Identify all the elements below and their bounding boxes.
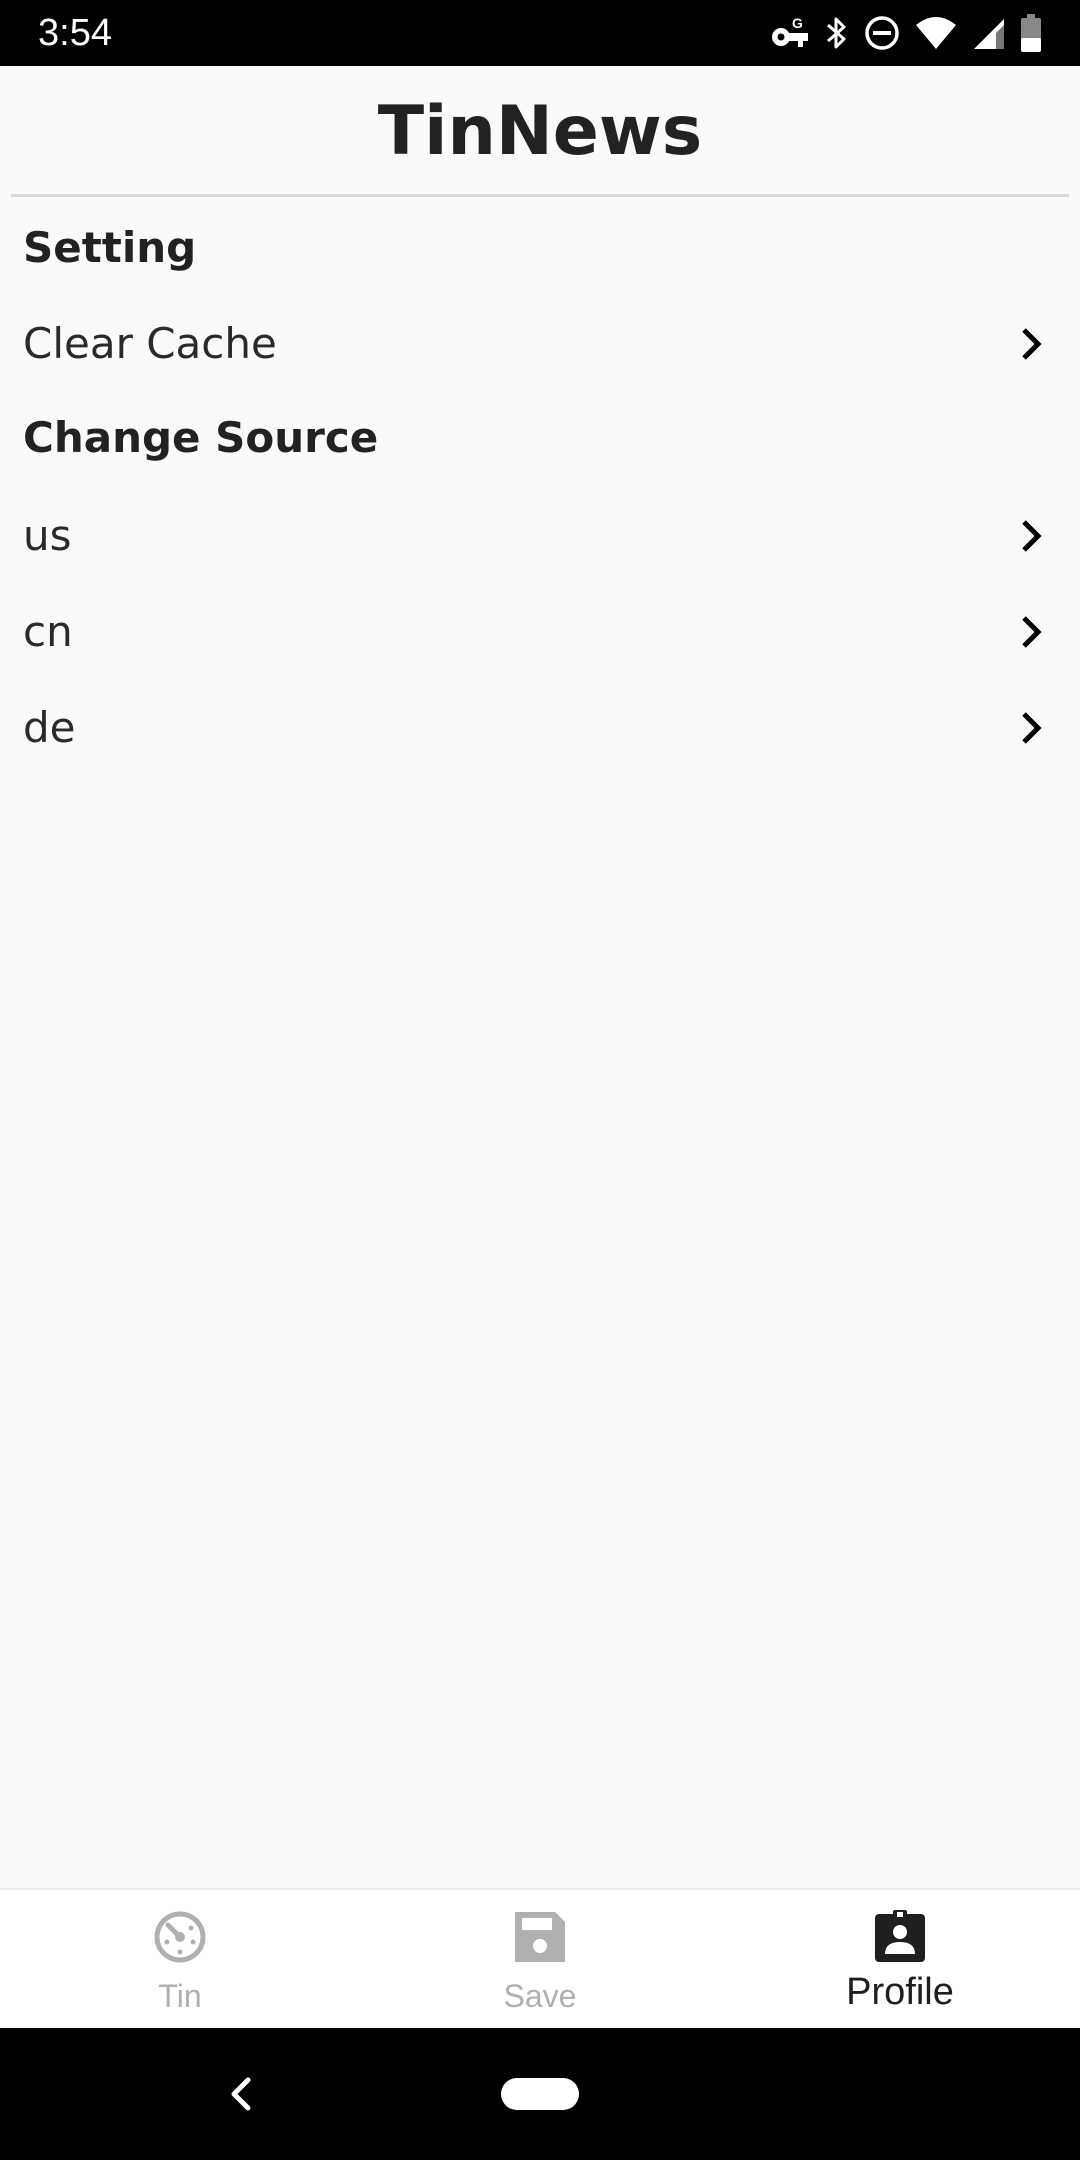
back-icon[interactable] [220,2072,264,2116]
wifi-icon [916,17,956,49]
source-label-de: de [23,703,76,752]
svg-text:G: G [792,15,803,31]
nav-label-save: Save [503,1978,577,2014]
signal-icon [974,19,1004,49]
source-row-cn[interactable]: cn [0,584,1080,680]
nav-item-profile[interactable]: Profile [720,1890,1080,2030]
status-time: 3:54 [38,12,112,54]
home-pill-icon[interactable] [501,2078,579,2110]
status-icons: G [770,10,1042,56]
app-bar: TinNews [0,66,1080,197]
chevron-right-icon [1022,712,1042,744]
status-bar: 3:54 G [0,0,1080,66]
profile-icon [875,1910,925,1962]
bluetooth-icon [827,17,846,49]
vpn-key-icon: G [772,15,808,47]
chevron-right-icon [1022,520,1042,552]
nav-item-save[interactable]: Save [360,1890,720,2030]
change-source-header: Change Source [23,413,379,462]
nav-label-profile: Profile [846,1971,954,2013]
do-not-disturb-icon [865,16,899,50]
clear-cache-label: Clear Cache [23,319,277,368]
battery-icon [1021,14,1041,52]
setting-header: Setting [23,223,197,272]
chevron-right-icon [1022,328,1042,360]
source-label-cn: cn [23,607,73,656]
save-icon [515,1912,565,1962]
tin-icon [154,1911,206,1963]
clear-cache-row[interactable]: Clear Cache [0,296,1080,392]
nav-item-tin[interactable]: Tin [0,1890,360,2030]
app-title: TinNews [377,92,703,171]
source-label-us: us [23,511,72,560]
chevron-right-icon [1022,616,1042,648]
system-navigation-bar [0,2028,1080,2160]
app-bar-divider [11,194,1069,197]
bottom-navigation: Tin Save Profile [0,1888,1080,2028]
source-row-de[interactable]: de [0,680,1080,776]
nav-label-tin: Tin [158,1978,202,2014]
source-row-us[interactable]: us [0,488,1080,584]
